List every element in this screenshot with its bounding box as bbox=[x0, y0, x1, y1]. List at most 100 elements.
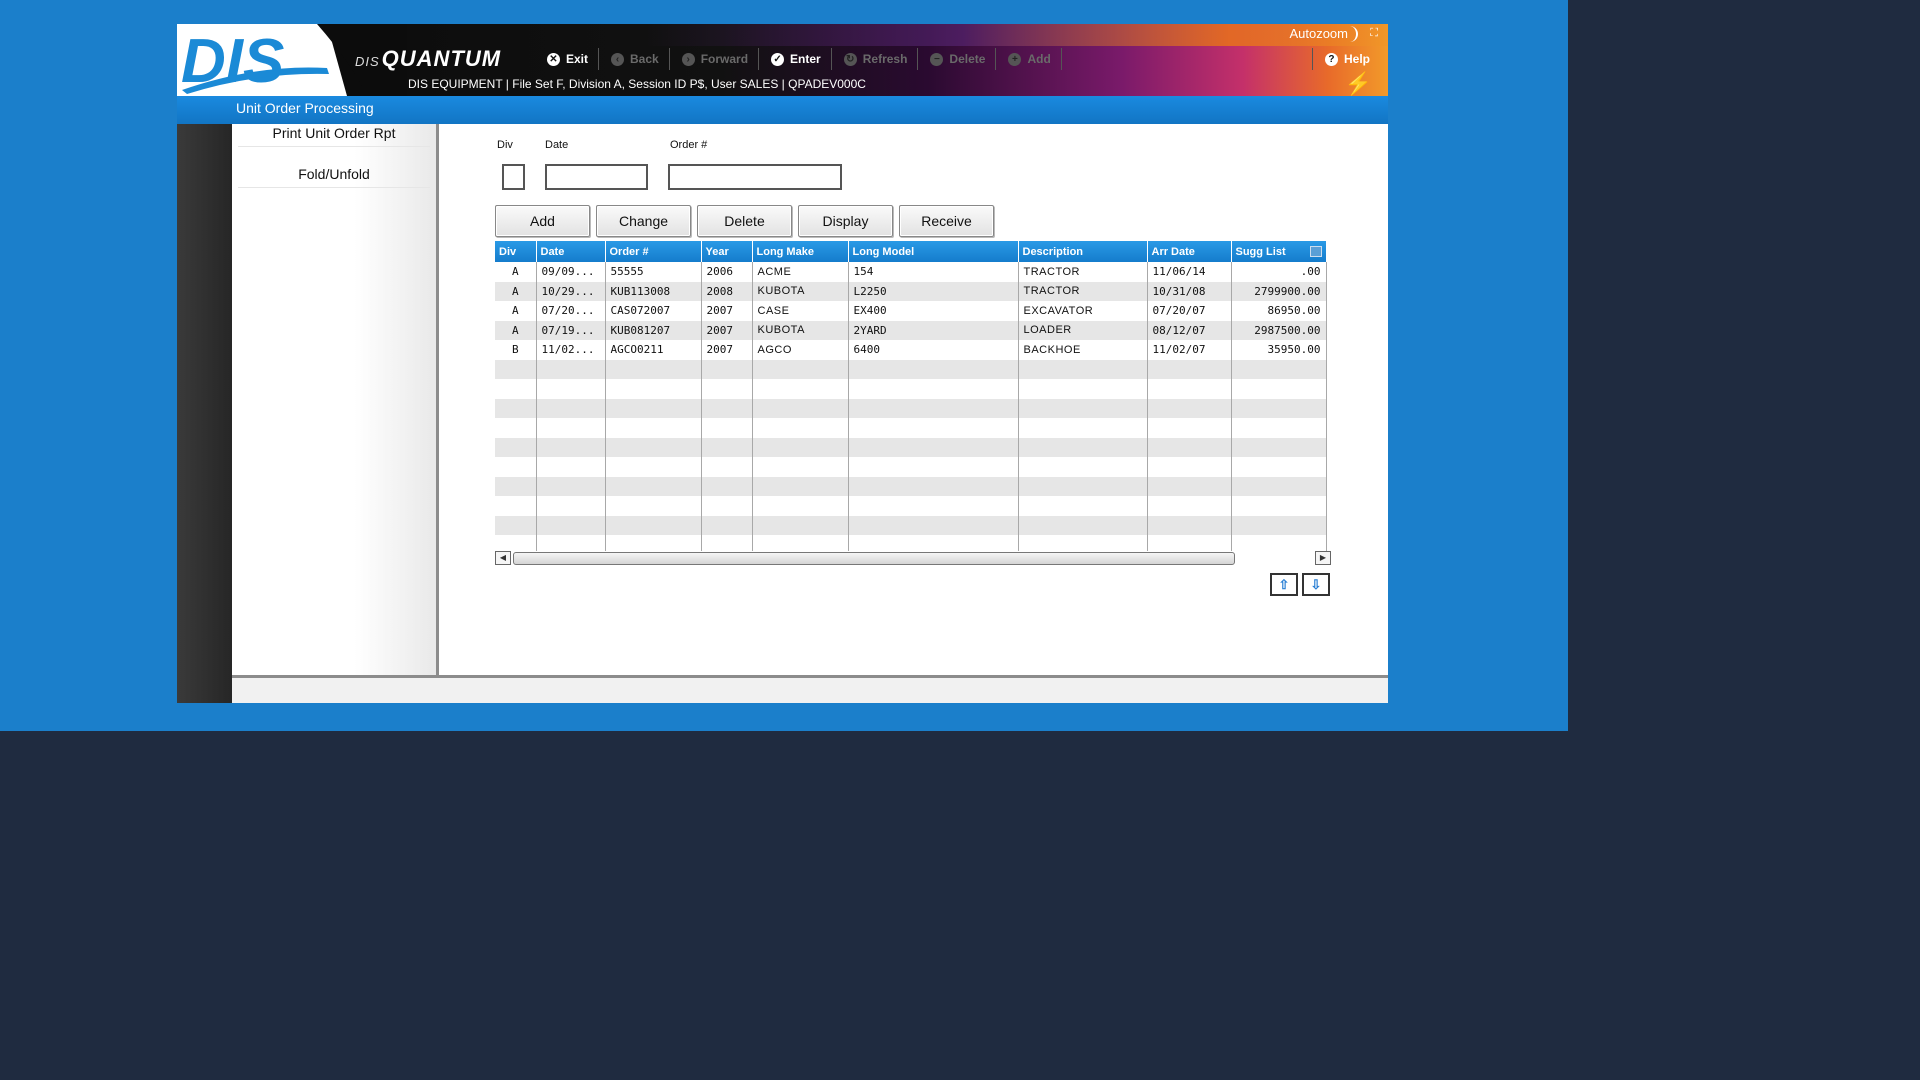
sidebar-item-print-report[interactable]: Print Unit Order Rpt bbox=[238, 124, 430, 147]
cell-desc[interactable]: EXCAVATOR bbox=[1018, 301, 1148, 321]
cell-order[interactable] bbox=[605, 437, 702, 457]
column-header-arr-date[interactable]: Arr Date bbox=[1147, 241, 1232, 262]
cell-model[interactable] bbox=[848, 379, 1019, 399]
back-button[interactable]: ‹ Back bbox=[599, 48, 670, 70]
add-button[interactable]: Add bbox=[495, 205, 590, 237]
cell-date[interactable]: 07/19... bbox=[536, 320, 606, 340]
lightning-icon[interactable]: ⚡ bbox=[1345, 71, 1372, 97]
cell-sugg-list[interactable] bbox=[1231, 457, 1327, 477]
cell-year[interactable] bbox=[701, 476, 753, 496]
cell-order[interactable] bbox=[605, 515, 702, 535]
cell-arr-date[interactable]: 11/06/14 bbox=[1147, 262, 1232, 282]
cell-desc[interactable] bbox=[1018, 535, 1148, 551]
horizontal-scrollbar[interactable]: ◀ ▶ bbox=[495, 550, 1331, 567]
cell-div[interactable] bbox=[495, 476, 537, 496]
cell-date[interactable] bbox=[536, 359, 606, 379]
cell-arr-date[interactable] bbox=[1147, 476, 1232, 496]
page-down-button[interactable]: ⇩ bbox=[1302, 573, 1330, 596]
cell-year[interactable]: 2007 bbox=[701, 320, 753, 340]
date-input[interactable] bbox=[545, 164, 648, 190]
cell-div[interactable] bbox=[495, 359, 537, 379]
cell-sugg-list[interactable] bbox=[1231, 418, 1327, 438]
empty-row[interactable] bbox=[495, 457, 1327, 477]
scroll-right-icon[interactable]: ▶ bbox=[1315, 551, 1331, 565]
cell-div[interactable] bbox=[495, 535, 537, 551]
cell-sugg-list[interactable]: 35950.00 bbox=[1231, 340, 1327, 360]
cell-sugg-list[interactable]: .00 bbox=[1231, 262, 1327, 282]
sidebar-item-fold-unfold[interactable]: Fold/Unfold bbox=[238, 165, 430, 188]
cell-date[interactable]: 07/20... bbox=[536, 301, 606, 321]
cell-desc[interactable] bbox=[1018, 437, 1148, 457]
cell-year[interactable]: 2007 bbox=[701, 301, 753, 321]
cell-year[interactable] bbox=[701, 535, 753, 551]
cell-date[interactable] bbox=[536, 437, 606, 457]
cell-sugg-list[interactable]: 2987500.00 bbox=[1231, 320, 1327, 340]
cell-model[interactable]: L2250 bbox=[848, 281, 1019, 301]
cell-year[interactable]: 2007 bbox=[701, 340, 753, 360]
cell-make[interactable] bbox=[752, 359, 849, 379]
column-header-description[interactable]: Description bbox=[1018, 241, 1148, 262]
cell-sugg-list[interactable]: 2799900.00 bbox=[1231, 281, 1327, 301]
table-row[interactable]: B 11/02... AGCO0211 2007 AGCO 6400 BACKHOE 11/0… bbox=[495, 340, 1327, 360]
cell-arr-date[interactable] bbox=[1147, 379, 1232, 399]
cell-div[interactable] bbox=[495, 418, 537, 438]
cell-year[interactable]: 2006 bbox=[701, 262, 753, 282]
column-header-date[interactable]: Date bbox=[536, 241, 606, 262]
cell-make[interactable] bbox=[752, 437, 849, 457]
change-button[interactable]: Change bbox=[596, 205, 691, 237]
cell-make[interactable] bbox=[752, 457, 849, 477]
cell-model[interactable] bbox=[848, 437, 1019, 457]
column-chooser-icon[interactable] bbox=[1309, 246, 1322, 257]
cell-date[interactable] bbox=[536, 476, 606, 496]
scroll-thumb[interactable] bbox=[513, 552, 1235, 565]
cell-make[interactable]: AGCO bbox=[752, 340, 849, 360]
cell-arr-date[interactable]: 11/02/07 bbox=[1147, 340, 1232, 360]
cell-sugg-list[interactable] bbox=[1231, 535, 1327, 551]
empty-row[interactable] bbox=[495, 379, 1327, 399]
column-header-div[interactable]: Div bbox=[495, 241, 537, 262]
cell-div[interactable]: A bbox=[495, 262, 537, 282]
cell-date[interactable]: 10/29... bbox=[536, 281, 606, 301]
cell-sugg-list[interactable] bbox=[1231, 476, 1327, 496]
cell-arr-date[interactable] bbox=[1147, 398, 1232, 418]
cell-desc[interactable] bbox=[1018, 398, 1148, 418]
empty-row[interactable] bbox=[495, 535, 1327, 551]
cell-div[interactable]: B bbox=[495, 340, 537, 360]
cell-order[interactable] bbox=[605, 379, 702, 399]
cell-make[interactable] bbox=[752, 496, 849, 516]
cell-model[interactable]: EX400 bbox=[848, 301, 1019, 321]
empty-row[interactable] bbox=[495, 437, 1327, 457]
empty-row[interactable] bbox=[495, 496, 1327, 516]
delete-button[interactable]: Delete bbox=[697, 205, 792, 237]
cell-sugg-list[interactable] bbox=[1231, 398, 1327, 418]
cell-year[interactable] bbox=[701, 418, 753, 438]
cell-model[interactable]: 6400 bbox=[848, 340, 1019, 360]
cell-order[interactable] bbox=[605, 476, 702, 496]
cell-desc[interactable] bbox=[1018, 359, 1148, 379]
cell-desc[interactable] bbox=[1018, 457, 1148, 477]
cell-model[interactable]: 154 bbox=[848, 262, 1019, 282]
cell-arr-date[interactable]: 10/31/08 bbox=[1147, 281, 1232, 301]
cell-div[interactable] bbox=[495, 496, 537, 516]
cell-arr-date[interactable]: 07/20/07 bbox=[1147, 301, 1232, 321]
cell-div[interactable]: A bbox=[495, 301, 537, 321]
empty-row[interactable] bbox=[495, 359, 1327, 379]
cell-make[interactable] bbox=[752, 535, 849, 551]
cell-desc[interactable] bbox=[1018, 476, 1148, 496]
cell-order[interactable]: AGCO0211 bbox=[605, 340, 702, 360]
cell-make[interactable] bbox=[752, 379, 849, 399]
cell-date[interactable] bbox=[536, 418, 606, 438]
cell-arr-date[interactable] bbox=[1147, 496, 1232, 516]
cell-date[interactable] bbox=[536, 496, 606, 516]
cell-order[interactable]: KUB113008 bbox=[605, 281, 702, 301]
cell-sugg-list[interactable] bbox=[1231, 379, 1327, 399]
column-header-long-model[interactable]: Long Model bbox=[848, 241, 1019, 262]
expand-icon[interactable]: ⛶ bbox=[1370, 27, 1378, 40]
cell-year[interactable] bbox=[701, 379, 753, 399]
cell-order[interactable]: CAS072007 bbox=[605, 301, 702, 321]
cell-arr-date[interactable] bbox=[1147, 418, 1232, 438]
cell-order[interactable] bbox=[605, 398, 702, 418]
cell-arr-date[interactable] bbox=[1147, 515, 1232, 535]
cell-sugg-list[interactable] bbox=[1231, 496, 1327, 516]
cell-arr-date[interactable] bbox=[1147, 437, 1232, 457]
